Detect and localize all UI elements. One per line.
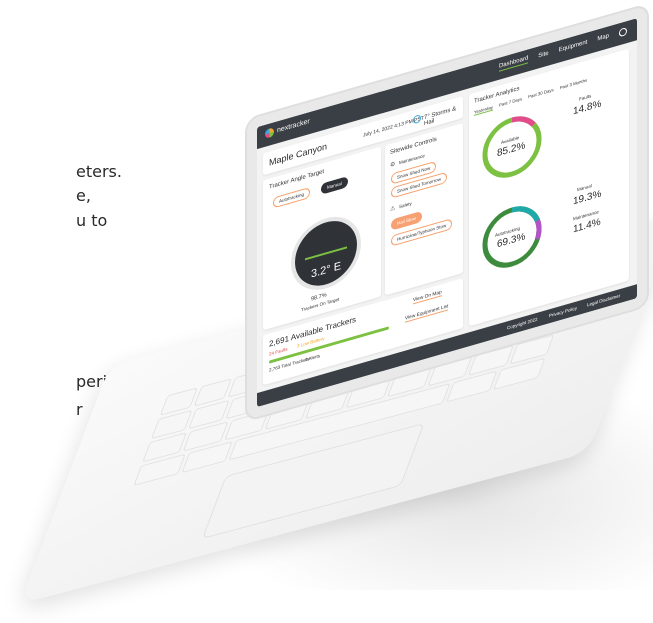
weather-icon [413,114,421,125]
wrench-icon: ⚙ [390,161,396,169]
bg-text-line: eters. [76,162,122,181]
sitewide-title: Sitewide Controls [390,136,437,156]
bg-text-line: u to [76,211,108,230]
faults-value: 14.8% [573,98,602,118]
angle-dial[interactable]: 3.2° E [295,213,357,294]
tab-past-3-months[interactable]: Past 3 Months [560,77,587,91]
nav-dashboard[interactable]: Dashboard [498,55,529,72]
bg-text-line: e, [76,186,91,205]
laptop-lid: nextracker Dashboard Site Equipment Map … [247,0,647,420]
logo-text: nextracker [277,118,310,135]
tracker-angle-title: Tracker Angle Target [269,168,325,191]
tracker-analytics-card: Tracker Analytics Yesterday Past 7 Days … [469,48,629,327]
tab-past-30-days[interactable]: Past 30 Days [528,87,554,100]
tab-yesterday[interactable]: Yesterday [474,104,493,116]
nav-equipment[interactable]: Equipment [559,39,588,53]
safety-icon: ⚠ [390,205,396,213]
view-equipment-list-link[interactable]: View Equipment List [405,304,449,323]
alerts-count: 0 Alerts [305,353,321,363]
safety-label: Safety [399,200,412,210]
faults-label: Faults [579,93,592,102]
tab-past-7-days[interactable]: Past 7 Days [499,96,522,109]
user-account-icon[interactable] [619,27,627,38]
logo-icon [265,127,274,139]
view-on-map-link[interactable]: View On Map [413,290,442,305]
available-progress-bar [269,326,389,364]
tracker-angle-card: Tracker Angle Target Autotracking Manual… [263,146,381,331]
manual-toggle[interactable]: Manual [321,176,348,195]
maintenance-label: Maintenance [399,153,425,166]
sitewide-controls-card: Sitewide Controls ⚙ Maintenance Snow She… [385,123,463,296]
dial-indicator [305,246,347,261]
bg-text-line: r [76,400,83,419]
autotracking-toggle[interactable]: Autotracking [273,186,311,209]
privacy-policy-link[interactable]: Privacy Policy [549,305,577,318]
nav-site[interactable]: Site [538,51,548,60]
nav-map[interactable]: Map [597,33,609,42]
